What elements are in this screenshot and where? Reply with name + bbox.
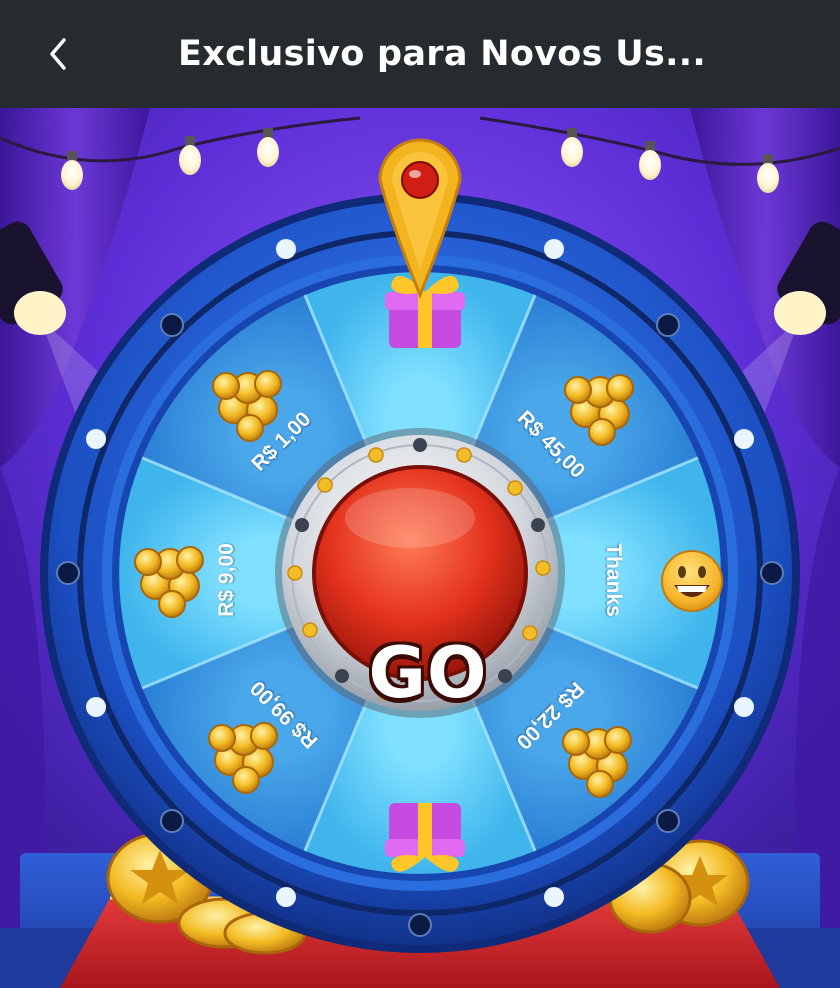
back-button[interactable] (38, 30, 82, 78)
spin-wheel-screen: Exclusivo para Novos Us... R$ 1,00 R$ 45… (0, 0, 840, 988)
chevron-left-icon (50, 38, 66, 70)
page-title: Exclusivo para Novos Us... (178, 34, 706, 74)
go-label: GO (368, 632, 488, 714)
spin-go-button[interactable]: GO (323, 568, 533, 778)
prize-wheel-stage: R$ 1,00 R$ 45,00 Thanks R$ 22,00 R$ 99,0… (0, 108, 840, 988)
stage-background (0, 108, 840, 988)
segment-label-thanks: Thanks (601, 543, 625, 617)
segment-label-r9: R$ 9,00 (214, 543, 238, 617)
smiley-face-icon (661, 550, 723, 612)
app-header: Exclusivo para Novos Us... (0, 0, 840, 108)
